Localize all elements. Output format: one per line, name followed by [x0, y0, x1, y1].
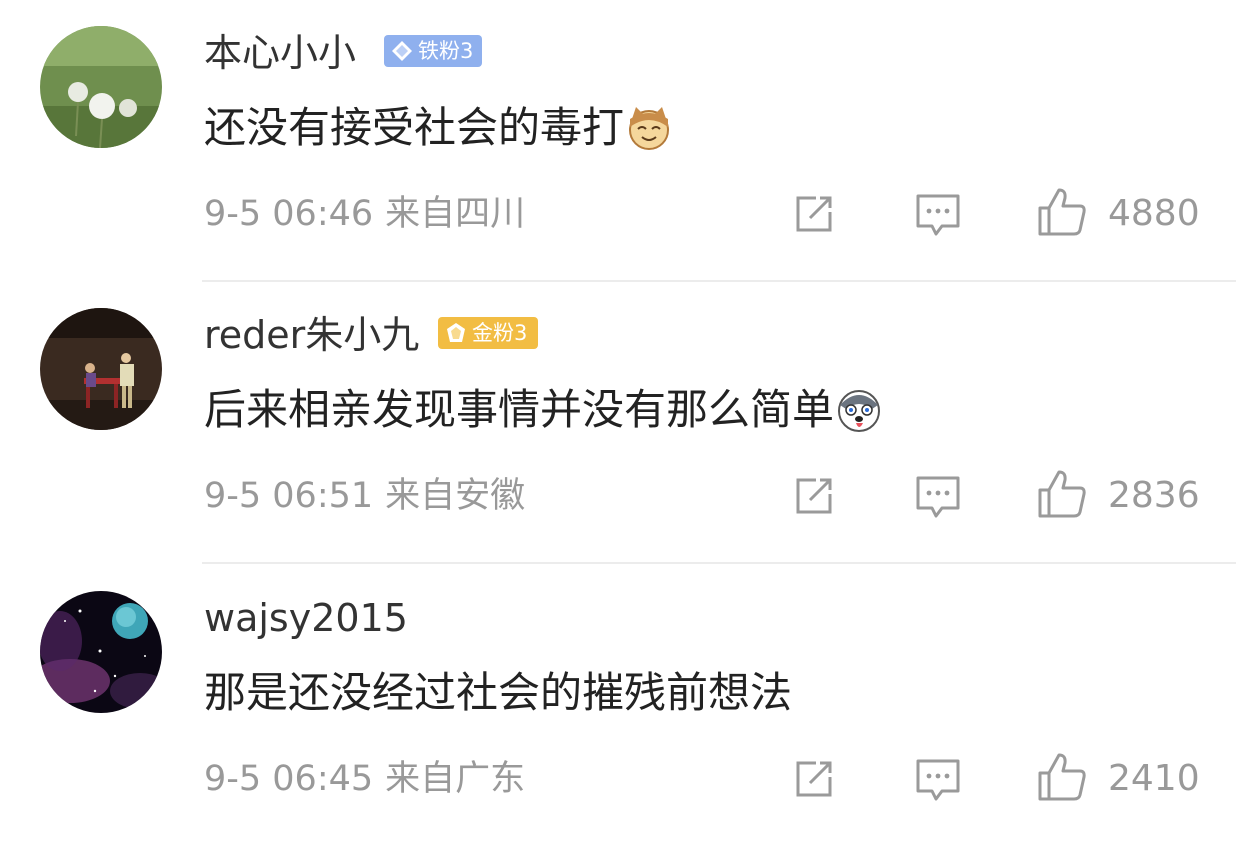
comment-text: 后来相亲发现事情并没有那么简单	[204, 385, 835, 434]
comment-location: 来自安徽	[385, 476, 526, 516]
gem-icon	[447, 323, 465, 342]
username[interactable]: wajsy2015	[204, 593, 408, 643]
badge-label: 铁粉3	[418, 39, 474, 63]
thumbs-up-icon[interactable]	[1036, 468, 1088, 520]
comment-meta: 9-5 06:46 来自四川	[204, 192, 525, 236]
comment-time: 9-5 06:51	[204, 476, 374, 516]
comment-location: 来自广东	[385, 759, 526, 799]
username[interactable]: 本心小小	[204, 28, 356, 78]
share-icon[interactable]	[790, 190, 838, 238]
husky-face-emoji-icon	[838, 390, 881, 432]
avatar[interactable]	[40, 308, 162, 430]
comment-meta: 9-5 06:51 来自安徽	[204, 474, 525, 518]
username[interactable]: reder朱小九	[204, 310, 419, 360]
like-count: 4880	[1108, 193, 1200, 234]
cat-face-emoji-icon	[629, 107, 670, 150]
comment-text: 那是还没经过社会的摧残前想法	[204, 668, 793, 717]
comment-time: 9-5 06:46	[204, 194, 374, 234]
divider	[202, 562, 1236, 564]
comment-icon[interactable]	[914, 190, 962, 238]
fan-badge-gold[interactable]: 金粉3	[438, 317, 538, 349]
comment-meta: 9-5 06:45 来自广东	[204, 757, 525, 801]
comment-text-row: 后来相亲发现事情并没有那么简单	[204, 382, 882, 438]
diamond-icon	[392, 41, 412, 61]
comment-item: wajsy2015 那是还没经过社会的摧残前想法 9-5 06:45 来自广东 2…	[0, 565, 1236, 847]
share-icon[interactable]	[790, 755, 838, 803]
comment-icon[interactable]	[914, 755, 962, 803]
fan-badge-iron[interactable]: 铁粉3	[384, 35, 482, 67]
badge-label: 金粉3	[472, 321, 528, 345]
comment-location: 来自四川	[385, 194, 526, 234]
comment-text-row: 还没有接受社会的毒打	[204, 100, 672, 156]
comment-text-row: 那是还没经过社会的摧残前想法	[204, 665, 792, 721]
share-icon[interactable]	[790, 472, 838, 520]
comment-item: 本心小小 铁粉3 还没有接受社会的毒打 9-5 06:46 来自四川 4880	[0, 0, 1236, 282]
comment-item: reder朱小九 金粉3 后来相亲发现事情并没有那么简单 9-5 06:51 来自…	[0, 282, 1236, 564]
avatar-dandelion-image	[40, 26, 162, 148]
comment-text: 还没有接受社会的毒打	[204, 103, 625, 152]
like-count: 2410	[1108, 758, 1200, 799]
avatar-stage-image	[40, 308, 162, 430]
like-count: 2836	[1108, 475, 1200, 516]
thumbs-up-icon[interactable]	[1036, 751, 1088, 803]
avatar-galaxy-image	[40, 591, 162, 713]
thumbs-up-icon[interactable]	[1036, 186, 1088, 238]
comment-icon[interactable]	[914, 472, 962, 520]
avatar[interactable]	[40, 591, 162, 713]
comment-time: 9-5 06:45	[204, 759, 374, 799]
avatar[interactable]	[40, 26, 162, 148]
